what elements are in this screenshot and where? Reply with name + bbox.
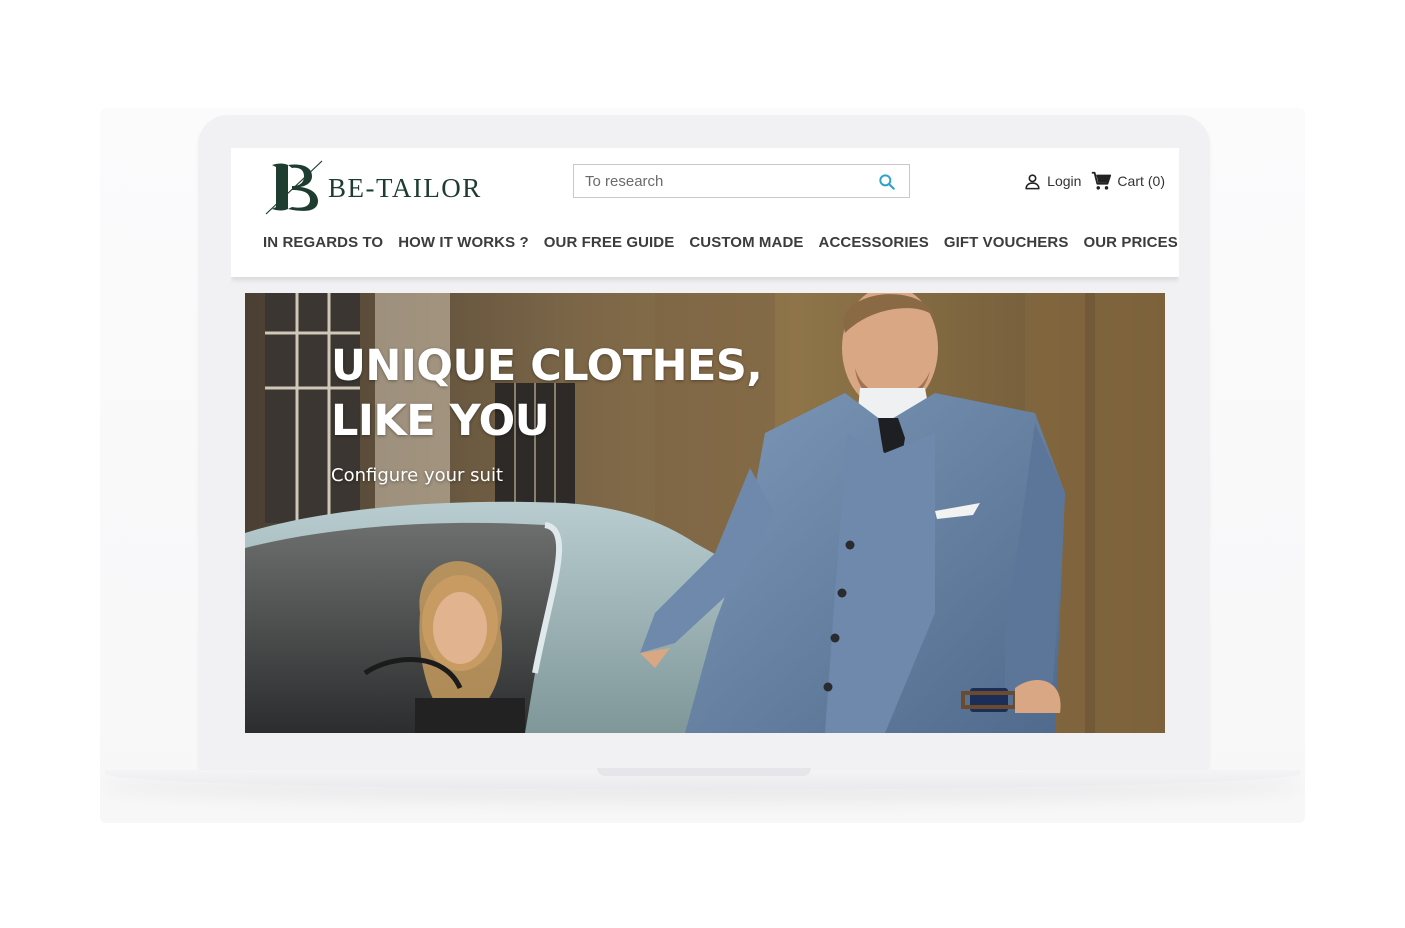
laptop-notch bbox=[597, 768, 811, 776]
login-link[interactable]: Login bbox=[1023, 172, 1081, 191]
nav-item-custom-made[interactable]: CUSTOM MADE bbox=[689, 234, 803, 251]
nav-item-our-prices[interactable]: OUR PRICES bbox=[1083, 234, 1177, 251]
nav-item-gift-vouchers[interactable]: GIFT VOUCHERS bbox=[944, 234, 1069, 251]
search-box bbox=[573, 164, 910, 198]
cart-icon bbox=[1092, 171, 1112, 190]
hero-banner[interactable]: UNIQUE CLOTHES, LIKE YOU Configure your … bbox=[245, 293, 1165, 733]
logo-text: BE-TAILOR bbox=[328, 172, 482, 203]
logo-monogram-icon bbox=[265, 160, 323, 215]
nav-item-accessories[interactable]: ACCESSORIES bbox=[819, 234, 929, 251]
cart-label: Cart bbox=[1117, 173, 1144, 189]
page-stage: BE-TAILOR Login bbox=[0, 0, 1405, 928]
cart-count: (0) bbox=[1147, 173, 1165, 189]
user-area: Login Cart (0) bbox=[1023, 170, 1165, 192]
search-input[interactable] bbox=[574, 165, 864, 197]
nav-item-how-it-works[interactable]: HOW IT WORKS ? bbox=[398, 234, 529, 251]
main-nav: IN REGARDS TO HOW IT WORKS ? OUR FREE GU… bbox=[263, 234, 1179, 251]
laptop-screen: BE-TAILOR Login bbox=[231, 148, 1179, 733]
nav-item-free-guide[interactable]: OUR FREE GUIDE bbox=[544, 234, 675, 251]
search-icon[interactable] bbox=[877, 172, 897, 192]
site-header: BE-TAILOR Login bbox=[231, 148, 1179, 277]
hero-subtitle-link[interactable]: Configure your suit bbox=[331, 465, 503, 486]
login-label: Login bbox=[1047, 173, 1082, 189]
brand-logo[interactable]: BE-TAILOR bbox=[264, 158, 482, 218]
nav-item-in-regards-to[interactable]: IN REGARDS TO bbox=[263, 234, 383, 251]
user-icon bbox=[1025, 173, 1040, 189]
cart-link[interactable]: Cart (0) bbox=[1090, 170, 1165, 192]
hero-title: UNIQUE CLOTHES, LIKE YOU bbox=[331, 341, 763, 446]
